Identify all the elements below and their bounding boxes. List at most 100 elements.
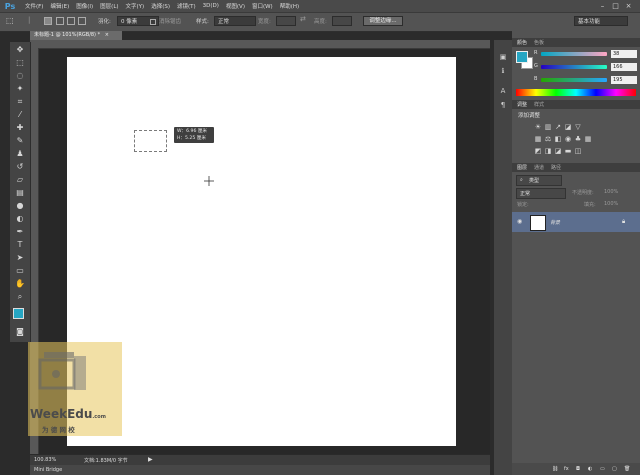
fx-icon[interactable]: fx [564,466,569,472]
add-selection-icon[interactable] [56,17,64,25]
workspace-select[interactable]: 基本功能 [574,16,628,26]
zoom-level[interactable]: 100.83% [34,457,56,463]
style-select[interactable]: 正常 [214,16,256,26]
text-icon[interactable]: T [14,239,26,251]
group-icon[interactable]: ▭ [600,466,605,472]
new-layer-icon[interactable]: ▢ [612,466,617,472]
shape-icon[interactable]: ▭ [14,265,26,277]
maximize-button[interactable]: □ [611,2,620,10]
character-panel-icon[interactable]: A [498,86,508,96]
b-slider[interactable] [541,78,607,82]
refine-edge-button[interactable]: 调整边缘... [363,16,403,26]
r-slider[interactable] [541,52,607,56]
move-icon[interactable]: ✥ [14,44,26,56]
gradient-icon[interactable]: ▤ [14,187,26,199]
black-white-icon[interactable]: ◧ [554,135,562,143]
antialias-checkbox[interactable] [150,19,156,25]
paragraph-panel-icon[interactable]: ¶ [498,100,508,110]
marquee-tool-preset-icon[interactable]: ⬚ [6,16,14,25]
marquee-icon[interactable]: ⬚ [14,57,26,69]
menu-layer[interactable]: 图层(L) [100,2,118,10]
trash-icon[interactable]: 🗑︎ [624,466,630,472]
pen-icon[interactable]: ✒ [14,226,26,238]
brightness-icon[interactable]: ☀ [534,123,542,131]
properties-panel-icon[interactable]: ℹ [498,66,508,76]
layer-name[interactable]: 背景 [550,219,560,226]
b-value[interactable]: 195 [611,76,637,84]
minimize-button[interactable]: – [598,2,607,10]
selective-color-icon[interactable]: ◫ [574,147,582,155]
dodge-icon[interactable]: ◐ [14,213,26,225]
width-input[interactable] [276,16,296,26]
tab-color[interactable]: 颜色 [517,39,527,46]
adjustment-layer-icon[interactable]: ◐ [588,466,592,472]
blur-icon[interactable]: ● [14,200,26,212]
menu-help[interactable]: 帮助(H) [280,2,299,10]
zoom-icon[interactable]: ⌕ [14,291,26,303]
menu-select[interactable]: 选择(S) [151,2,170,10]
visibility-eye-icon[interactable]: ◉ [517,218,525,226]
link-layers-icon[interactable]: ⛓ [552,466,558,472]
blend-mode-select[interactable]: 正常 [516,188,566,199]
g-slider[interactable] [541,65,607,69]
color-balance-icon[interactable]: ⚖ [544,135,552,143]
tab-styles[interactable]: 样式 [534,101,544,108]
exposure-icon[interactable]: ◪ [564,123,572,131]
tab-adjustments[interactable]: 调整 [517,101,527,108]
crop-icon[interactable]: ⌗ [14,96,26,108]
threshold-icon[interactable]: ◪ [554,147,562,155]
stamp-icon[interactable]: ♟ [14,148,26,160]
color-lookup-icon[interactable]: ▦ [584,135,592,143]
magic-wand-icon[interactable]: ✦ [14,83,26,95]
document-tab[interactable]: 未标题-1 @ 101%(RGB/8) * × [30,31,122,40]
brush-icon[interactable]: ✎ [14,135,26,147]
tab-swatches[interactable]: 色板 [534,39,544,46]
healing-icon[interactable]: ✚ [14,122,26,134]
history-brush-icon[interactable]: ↺ [14,161,26,173]
menu-view[interactable]: 视图(V) [226,2,245,10]
layer-row[interactable]: ◉ 背景 🔒︎ [512,212,640,232]
intersect-selection-icon[interactable] [78,17,86,25]
status-menu-arrow-icon[interactable]: ▶ [148,456,153,463]
hand-icon[interactable]: ✋ [14,278,26,290]
mini-bridge-tab[interactable]: Mini Bridge [30,465,490,475]
lasso-icon[interactable]: ◌ [14,70,26,82]
swap-icon[interactable]: ⇄ [300,15,306,23]
posterize-icon[interactable]: ◨ [544,147,552,155]
hue-saturation-icon[interactable]: ▦ [534,135,542,143]
mask-icon[interactable]: ◘ [576,466,580,472]
menu-type[interactable]: 文字(Y) [126,2,145,10]
foreground-color-swatch[interactable] [13,308,24,319]
tab-channels[interactable]: 通道 [534,164,544,171]
levels-icon[interactable]: ▥ [544,123,552,131]
history-panel-icon[interactable]: ▣ [498,52,508,62]
fill-value[interactable]: 100% [604,201,618,207]
close-window-button[interactable]: × [624,2,633,10]
menu-window[interactable]: 窗口(W) [252,2,273,10]
new-selection-icon[interactable] [44,17,52,25]
menu-image[interactable]: 图像(I) [76,2,93,10]
tab-layers[interactable]: 图层 [517,164,527,171]
gradient-map-icon[interactable]: ▬ [564,147,572,155]
path-select-icon[interactable]: ➤ [14,252,26,264]
menu-3d[interactable]: 3D(D) [203,3,219,9]
menu-edit[interactable]: 编辑(E) [50,2,69,10]
subtract-selection-icon[interactable] [67,17,75,25]
canvas[interactable] [67,57,456,446]
photo-filter-icon[interactable]: ◉ [564,135,572,143]
r-value[interactable]: 38 [611,50,637,58]
fg-color-chip[interactable] [516,51,528,63]
menu-filter[interactable]: 滤镜(T) [177,2,196,10]
g-value[interactable]: 166 [611,63,637,71]
invert-icon[interactable]: ◩ [534,147,542,155]
height-input[interactable] [332,16,352,26]
menu-file[interactable]: 文件(F) [25,2,43,10]
color-spectrum-bar[interactable] [516,89,636,96]
close-tab-icon[interactable]: × [105,32,109,38]
eyedropper-icon[interactable]: ⁄ [14,109,26,121]
eraser-icon[interactable]: ▱ [14,174,26,186]
vibrance-icon[interactable]: ▽ [574,123,582,131]
quick-mask-icon[interactable]: ◙ [14,326,26,338]
layer-filter-select[interactable]: ⌕ 类型 [516,175,562,186]
curves-icon[interactable]: ↗ [554,123,562,131]
